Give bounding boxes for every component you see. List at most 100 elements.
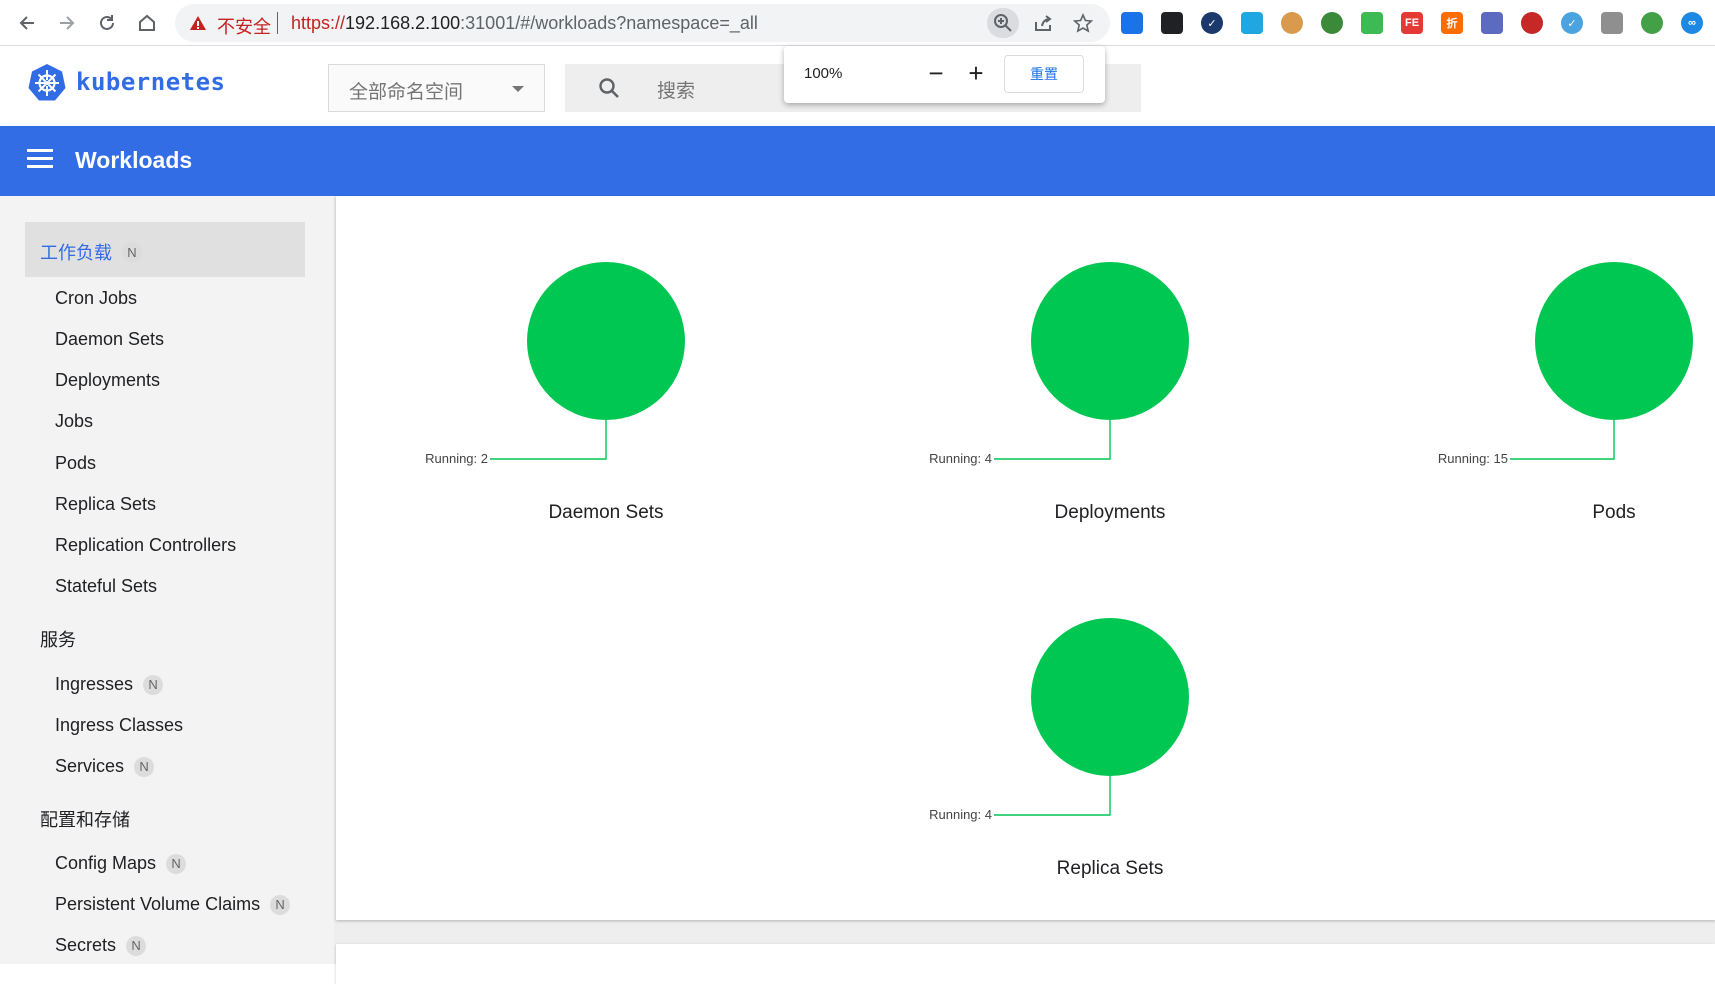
search-placeholder: 搜索: [657, 81, 696, 102]
sidebar-item-secrets[interactable]: Secrets N: [55, 935, 147, 956]
zoom-reset-button[interactable]: 重置: [1004, 55, 1084, 93]
sidebar-item-services[interactable]: Services N: [55, 756, 155, 777]
chart-replica-sets[interactable]: Running: 4: [920, 618, 1189, 822]
extension-check-blue-icon[interactable]: ✓: [1561, 12, 1583, 34]
address-bar[interactable]: 不安全 https://192.168.2.100:31001/#/worklo…: [175, 4, 1110, 42]
extension-fe-icon[interactable]: FE: [1401, 12, 1423, 34]
sidebar-item-jobs[interactable]: Jobs: [55, 411, 93, 432]
extension-infinity-icon[interactable]: ∞: [1681, 12, 1703, 34]
namespaced-badge: N: [122, 242, 142, 262]
sidebar-item-deployments[interactable]: Deployments: [55, 370, 160, 391]
zoom-out-button[interactable]: −: [921, 58, 951, 88]
running-label: Running: 4: [929, 807, 992, 822]
forward-button[interactable]: [52, 8, 82, 38]
back-button[interactable]: [12, 8, 42, 38]
browser-toolbar: 不安全 https://192.168.2.100:31001/#/worklo…: [0, 0, 1715, 46]
status-donut: Running: 2: [425, 262, 685, 466]
hamburger-menu-icon[interactable]: [27, 149, 53, 171]
url-text[interactable]: https://192.168.2.100:31001/#/workloads?…: [291, 13, 758, 34]
sidebar-item-label: Config Maps: [55, 853, 157, 873]
extension-glasses-icon[interactable]: [1161, 12, 1183, 34]
zoom-popup: 100% − + 重置: [784, 46, 1105, 103]
sidebar-item-persistent-volume-claims[interactable]: Persistent Volume Claims N: [55, 894, 291, 915]
sidebar-section-config-storage[interactable]: 配置和存储: [40, 806, 130, 832]
sidebar-item-replication-controllers[interactable]: Replication Controllers: [55, 535, 236, 556]
namespaced-badge: N: [270, 894, 291, 915]
extension-redhat-icon[interactable]: [1521, 12, 1543, 34]
kubernetes-logo[interactable]: kubernetes: [28, 63, 226, 101]
sidebar-section-services[interactable]: 服务: [40, 626, 76, 652]
home-icon: [139, 14, 155, 31]
home-button[interactable]: [132, 8, 162, 38]
chart-pods[interactable]: Running: 15: [1424, 262, 1693, 466]
extension-shield-icon[interactable]: [1361, 12, 1383, 34]
running-label: Running: 15: [1438, 451, 1508, 466]
warning-icon: [190, 16, 206, 30]
zoom-in-button[interactable]: +: [961, 58, 991, 88]
sidebar-item-daemon-sets[interactable]: Daemon Sets: [55, 329, 164, 350]
chart-title: Deployments: [1054, 502, 1166, 523]
extension-check-icon[interactable]: ✓: [1201, 12, 1223, 34]
bookmark-button[interactable]: [1067, 8, 1099, 38]
sidebar-item-label: Secrets: [55, 935, 117, 955]
label-leader-line: [490, 420, 607, 460]
label-leader-line: [994, 420, 1111, 460]
sidebar-item-label: Deployments: [55, 370, 161, 390]
zoom-level: 100%: [804, 65, 843, 82]
next-card: [336, 944, 1715, 984]
chart-deployments[interactable]: Running: 4: [920, 262, 1189, 466]
label-leader-line: [1510, 420, 1615, 460]
url-host: 192.168.2.100: [345, 13, 461, 33]
sidebar-item-label: Jobs: [55, 411, 94, 431]
running-slice: [1031, 618, 1189, 776]
namespace-selector[interactable]: 全部命名空间: [328, 64, 545, 112]
sidebar-item-pods[interactable]: Pods: [55, 453, 96, 474]
divider: [277, 12, 278, 34]
extension-cookie-icon[interactable]: [1281, 12, 1303, 34]
extension-globe-icon[interactable]: [1321, 12, 1343, 34]
share-button[interactable]: [1027, 8, 1059, 38]
chart-title: Pods: [1592, 502, 1636, 523]
url-protocol: https://: [291, 13, 346, 33]
chart-daemon-sets[interactable]: Running: 2: [416, 262, 685, 466]
sidebar-item-config-maps[interactable]: Config Maps N: [55, 853, 187, 874]
sidebar-item-cron-jobs[interactable]: Cron Jobs: [55, 288, 137, 309]
extension-gray-icon[interactable]: [1601, 12, 1623, 34]
running-label: Running: 2: [425, 451, 488, 466]
running-label: Running: 4: [929, 451, 992, 466]
sidebar-item-label: Persistent Volume Claims: [55, 894, 261, 914]
status-donut: Running: 4: [929, 262, 1189, 466]
sidebar-item-label: Stateful Sets: [55, 576, 158, 596]
sidebar-item-label: Cron Jobs: [55, 288, 138, 308]
sidebar-item-replica-sets[interactable]: Replica Sets: [55, 494, 156, 515]
page-title: Workloads: [75, 147, 193, 173]
sidebar-item-label: Ingresses: [55, 674, 134, 694]
chart-title: Daemon Sets: [548, 502, 664, 523]
namespaced-badge: N: [143, 674, 164, 695]
reload-button[interactable]: [92, 8, 122, 38]
running-slice: [527, 262, 685, 420]
status-donut: Running: 15: [1438, 262, 1693, 466]
extension-copy-icon[interactable]: [1241, 12, 1263, 34]
sidebar-item-label: Replication Controllers: [55, 535, 237, 555]
sidebar-item-stateful-sets[interactable]: Stateful Sets: [55, 576, 157, 597]
kubernetes-helm-icon: [28, 64, 66, 101]
main-content: Running: 2 Daemon Sets Running: 4 Deploy…: [334, 196, 1715, 984]
url-path: :31001/#/workloads?namespace=_all: [460, 13, 758, 33]
zoom-button[interactable]: [987, 8, 1019, 38]
insecure-label[interactable]: 不安全: [217, 13, 271, 39]
logo-text: kubernetes: [76, 68, 226, 96]
sidebar-item-ingress-classes[interactable]: Ingress Classes: [55, 715, 183, 736]
extension-leaf-icon[interactable]: [1641, 12, 1663, 34]
share-icon: [1035, 15, 1052, 31]
extension-translate-icon[interactable]: [1121, 12, 1143, 34]
sidebar-item-ingresses[interactable]: Ingresses N: [55, 674, 164, 695]
sidebar-item-label: Ingress Classes: [55, 715, 184, 735]
extension-discount-icon[interactable]: 折: [1441, 12, 1463, 34]
search-icon: [599, 78, 619, 98]
sidebar-section-label: 服务: [40, 630, 76, 650]
extension-puzzle-icon[interactable]: [1481, 12, 1503, 34]
namespace-value: 全部命名空间: [349, 82, 464, 103]
sidebar-section-workloads[interactable]: 工作负载 N: [40, 239, 142, 265]
sidebar-item-label: Services: [55, 756, 125, 776]
